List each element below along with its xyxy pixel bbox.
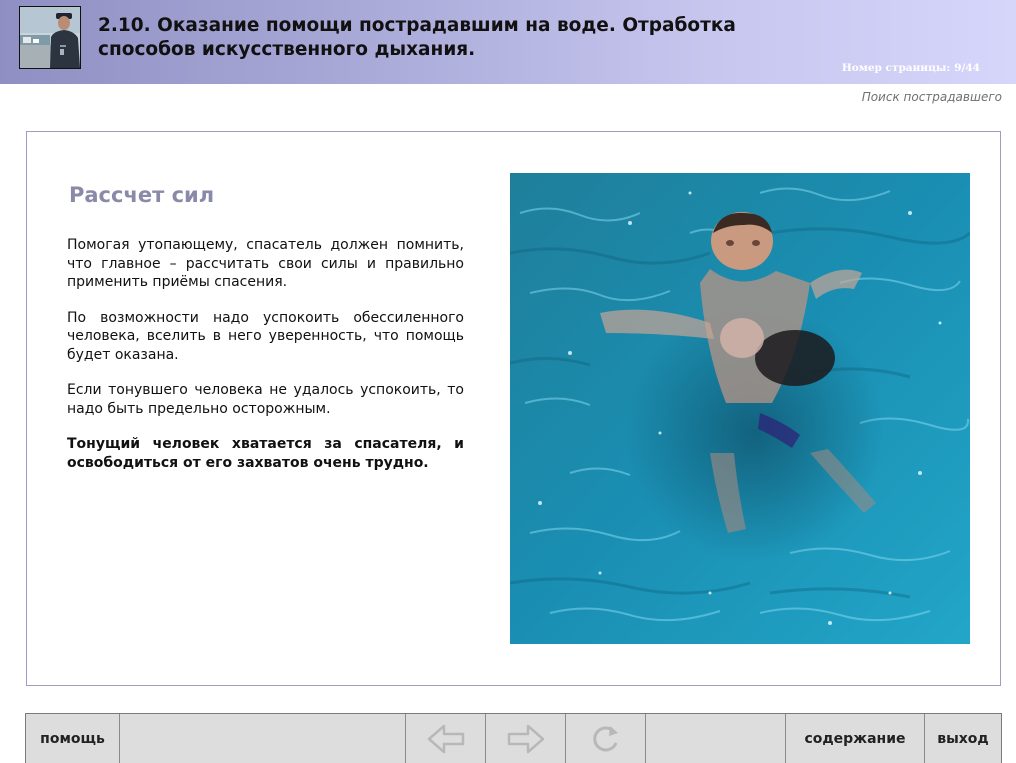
bold-paragraph: Тонущий человек хватается за спасателя, … xyxy=(67,436,464,471)
paragraph: По возможности надо успокоить обессиленн… xyxy=(67,309,464,363)
reload-button[interactable] xyxy=(566,714,646,763)
arrow-left-icon xyxy=(424,722,468,756)
page-counter-value: 9/44 xyxy=(954,62,980,74)
content-frame: Рассчет сил Помогая утопающему, спасател… xyxy=(26,131,1001,686)
page-counter: Номер страницы: 9/44 xyxy=(842,62,980,74)
content-heading: Рассчет сил xyxy=(69,183,215,207)
paragraph: Помогая утопающему, спасатель должен пом… xyxy=(67,237,464,290)
content-text: Помогая утопающему, спасатель должен пом… xyxy=(67,236,464,489)
reload-icon xyxy=(588,721,624,757)
nav-spacer xyxy=(120,714,406,763)
page-counter-label: Номер страницы: xyxy=(841,62,951,74)
help-button[interactable]: помощь xyxy=(26,714,120,763)
back-button[interactable] xyxy=(406,714,486,763)
paragraph: Если тонувшего человека не удалось успок… xyxy=(67,382,464,417)
water-rescue-photo xyxy=(510,173,970,644)
contents-button[interactable]: содержание xyxy=(786,714,925,763)
arrow-right-icon xyxy=(504,722,548,756)
nav-spacer xyxy=(646,714,786,763)
exit-button[interactable]: выход xyxy=(925,714,1001,763)
rescuer-photo xyxy=(19,6,81,69)
section-label: Поиск пострадавшего xyxy=(861,90,1002,104)
forward-button[interactable] xyxy=(486,714,566,763)
header-bar: 2.10. Оказание помощи пострадавшим на во… xyxy=(0,0,1016,84)
page-title: 2.10. Оказание помощи пострадавшим на во… xyxy=(98,15,736,60)
bottom-nav: помощь содержание выход xyxy=(25,713,1002,763)
